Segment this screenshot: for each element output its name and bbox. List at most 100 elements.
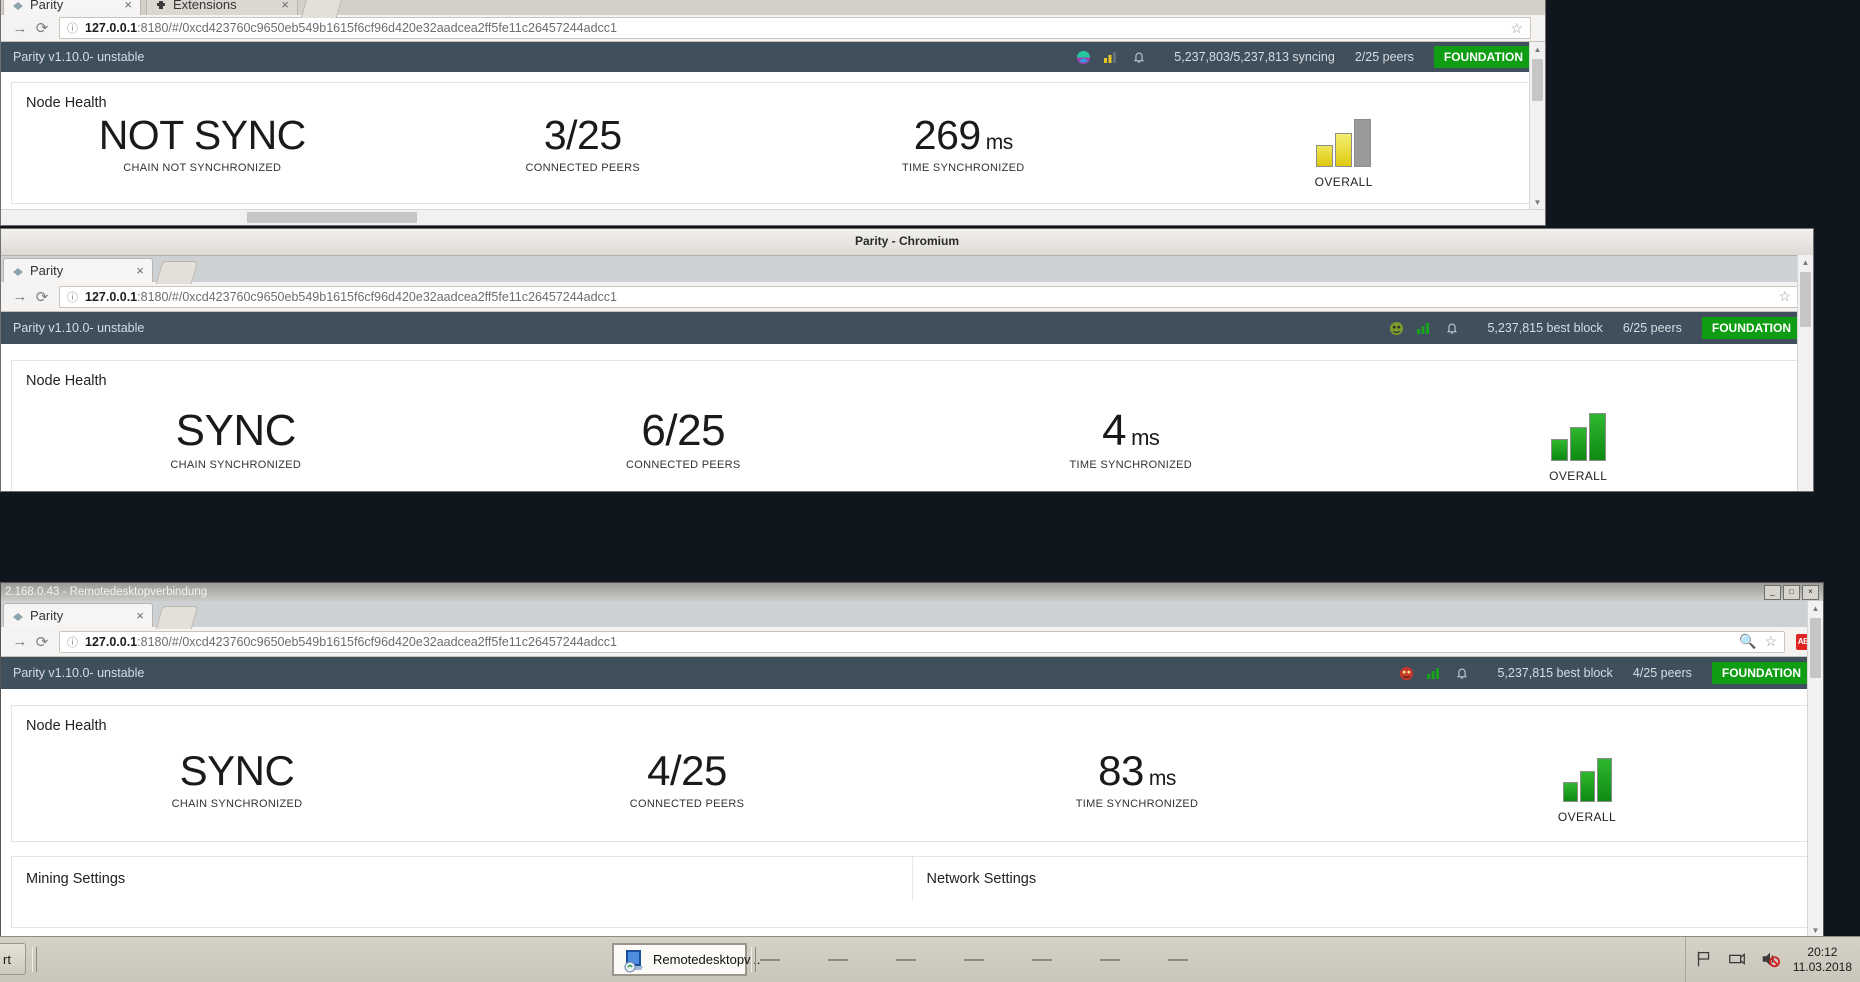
tab-close-icon[interactable]: × bbox=[110, 0, 132, 12]
tabstrip-2: Parity × bbox=[1, 256, 1813, 284]
overall-label: OVERALL bbox=[1557, 810, 1617, 824]
browser-window-2[interactable]: Parity - Chromium Parity × → ⟳ ⓘ 127.0.0… bbox=[0, 228, 1814, 492]
network-badge: FOUNDATION bbox=[1701, 317, 1801, 339]
account-avatar-icon[interactable] bbox=[1385, 321, 1407, 336]
health-peers-cell: 4/25 CONNECTED PEERS bbox=[462, 750, 912, 811]
vertical-scrollbar-2[interactable]: ▲ bbox=[1797, 255, 1813, 491]
tab-close-icon[interactable]: × bbox=[122, 608, 144, 623]
scroll-up-arrow[interactable]: ▲ bbox=[1798, 255, 1813, 270]
minimized-window-6[interactable] bbox=[1100, 958, 1120, 961]
gauge-bar-2 bbox=[1579, 771, 1595, 802]
bookmark-star-icon[interactable]: ☆ bbox=[1502, 20, 1523, 37]
signal-bars-icon[interactable] bbox=[1100, 51, 1122, 63]
health-time-cell: 4 ms TIME SYNCHRONIZED bbox=[907, 409, 1355, 472]
parity-statusbar-2: Parity v1.10.0- unstable 5,237,815 best … bbox=[1, 312, 1813, 344]
health-overall-cell: OVERALL bbox=[1154, 115, 1535, 189]
browser-window-1[interactable]: Parity × Extensions × → ⟳ ⓘ 127.0.0.1 :8… bbox=[0, 0, 1546, 226]
gauge-bar-1 bbox=[1316, 145, 1334, 167]
url-host: 127.0.0.1 bbox=[85, 289, 138, 304]
new-tab-button[interactable] bbox=[155, 261, 199, 284]
close-button[interactable]: × bbox=[1802, 584, 1819, 600]
new-tab-button[interactable] bbox=[155, 606, 199, 629]
flag-icon[interactable] bbox=[1694, 949, 1716, 971]
minimized-window-2[interactable] bbox=[828, 958, 848, 961]
page-info-icon[interactable]: ⓘ bbox=[67, 20, 78, 36]
parity-icon bbox=[12, 265, 24, 277]
rdp-session-window[interactable]: 2.168.0.43 - Remotedesktopverbindung _ □… bbox=[0, 582, 1824, 939]
bookmark-star-icon[interactable]: ☆ bbox=[1764, 633, 1777, 650]
gauge-bar-2 bbox=[1335, 133, 1353, 167]
vertical-scrollbar-3[interactable]: ▲ ▼ bbox=[1807, 601, 1823, 938]
network-settings-title: Network Settings bbox=[926, 871, 1037, 887]
minimize-button[interactable]: _ bbox=[1764, 584, 1781, 600]
page-info-icon[interactable]: ⓘ bbox=[67, 289, 78, 305]
minimized-window-7[interactable] bbox=[1168, 958, 1188, 961]
scroll-up-arrow[interactable]: ▲ bbox=[1808, 601, 1823, 616]
bell-icon[interactable] bbox=[1441, 321, 1463, 335]
account-avatar-icon[interactable] bbox=[1072, 50, 1094, 65]
url-host: 127.0.0.1 bbox=[85, 634, 138, 649]
tab-close-icon[interactable]: × bbox=[122, 263, 144, 278]
signal-bars-icon[interactable] bbox=[1413, 322, 1435, 334]
scroll-thumb[interactable] bbox=[1810, 618, 1821, 678]
time-value-wrap: 83 ms bbox=[912, 750, 1362, 792]
taskbar-grip-2[interactable] bbox=[751, 947, 756, 972]
peers-label: CONNECTED PEERS bbox=[629, 798, 745, 810]
window2-titlebar[interactable]: Parity - Chromium bbox=[1, 229, 1813, 256]
search-icon[interactable]: 🔍 bbox=[1731, 633, 1756, 650]
minimized-window-1[interactable] bbox=[760, 958, 780, 961]
new-tab-button[interactable] bbox=[300, 0, 344, 18]
bookmark-star-icon[interactable]: ☆ bbox=[1770, 288, 1791, 305]
time-label: TIME SYNCHRONIZED bbox=[902, 162, 1025, 174]
bell-icon[interactable] bbox=[1128, 50, 1150, 64]
minimized-window-4[interactable] bbox=[964, 958, 984, 961]
parity-dashboard-1: Node Health NOT SYNC CHAIN NOT SYNCHRONI… bbox=[1, 82, 1545, 217]
page-info-icon[interactable]: ⓘ bbox=[67, 634, 78, 650]
taskbar-item-remote-desktop[interactable]: Remotedesktopv... bbox=[612, 943, 760, 976]
address-bar-1[interactable]: ⓘ 127.0.0.1 :8180/#/0xcd423760c9650eb549… bbox=[59, 17, 1531, 39]
scroll-thumb[interactable] bbox=[1800, 272, 1811, 327]
bell-icon[interactable] bbox=[1451, 666, 1473, 680]
start-button[interactable]: rt bbox=[0, 943, 26, 975]
rdp-titlebar[interactable]: 2.168.0.43 - Remotedesktopverbindung _ □… bbox=[1, 583, 1823, 601]
gauge-bar-1 bbox=[1550, 439, 1568, 461]
horizontal-scrollbar-1[interactable] bbox=[1, 209, 1545, 225]
network-settings-section[interactable]: Network Settings bbox=[911, 857, 1813, 901]
address-bar-2[interactable]: ⓘ 127.0.0.1 :8180/#/0xcd423760c9650eb549… bbox=[59, 285, 1799, 308]
minimized-window-3[interactable] bbox=[896, 958, 916, 961]
peer-count: 4/25 peers bbox=[1632, 666, 1692, 680]
tab-extensions[interactable]: Extensions × bbox=[146, 0, 298, 15]
address-bar-3[interactable]: ⓘ 127.0.0.1 :8180/#/0xcd423760c9650eb549… bbox=[59, 630, 1785, 653]
taskbar-grip[interactable] bbox=[32, 947, 37, 972]
tab-parity[interactable]: Parity × bbox=[3, 603, 153, 627]
mining-settings-section[interactable]: Mining Settings bbox=[12, 857, 912, 901]
minimized-window-5[interactable] bbox=[1032, 958, 1052, 961]
tab-parity[interactable]: Parity × bbox=[3, 258, 153, 282]
forward-arrow-icon[interactable]: → bbox=[9, 286, 31, 308]
network-icon[interactable] bbox=[1727, 949, 1749, 971]
restore-button[interactable]: □ bbox=[1783, 584, 1800, 600]
volume-muted-icon[interactable] bbox=[1760, 949, 1782, 971]
scroll-up-arrow[interactable]: ▲ bbox=[1530, 42, 1545, 57]
account-avatar-icon[interactable] bbox=[1395, 666, 1417, 681]
settings-row: Mining Settings Network Settings bbox=[12, 857, 1812, 901]
signal-bars-icon[interactable] bbox=[1423, 667, 1445, 679]
forward-arrow-icon[interactable]: → bbox=[9, 17, 31, 39]
tab-parity[interactable]: Parity × bbox=[3, 0, 141, 15]
forward-arrow-icon[interactable]: → bbox=[9, 631, 31, 653]
reload-icon[interactable]: ⟳ bbox=[31, 286, 53, 308]
overall-label: OVERALL bbox=[1549, 469, 1608, 483]
node-health-card-3: Node Health SYNC CHAIN SYNCHRONIZED 4/25… bbox=[11, 705, 1813, 842]
scroll-thumb-h[interactable] bbox=[247, 212, 417, 223]
vertical-scrollbar-1[interactable]: ▲ ▼ bbox=[1529, 42, 1545, 210]
scroll-thumb[interactable] bbox=[1532, 59, 1543, 101]
tab-close-icon[interactable]: × bbox=[267, 0, 289, 12]
tabstrip-1: Parity × Extensions × bbox=[1, 0, 1545, 18]
reload-icon[interactable]: ⟳ bbox=[31, 17, 53, 39]
scroll-down-arrow[interactable]: ▼ bbox=[1530, 195, 1545, 210]
block-status: 5,237,803/5,237,813 syncing bbox=[1174, 50, 1335, 64]
taskbar-clock[interactable]: 20:12 11.03.2018 bbox=[1793, 945, 1852, 975]
health-metrics-row-2: SYNC CHAIN SYNCHRONIZED 6/25 CONNECTED P… bbox=[12, 399, 1802, 491]
reload-icon[interactable]: ⟳ bbox=[31, 631, 53, 653]
gauge-bar-2 bbox=[1569, 427, 1587, 461]
